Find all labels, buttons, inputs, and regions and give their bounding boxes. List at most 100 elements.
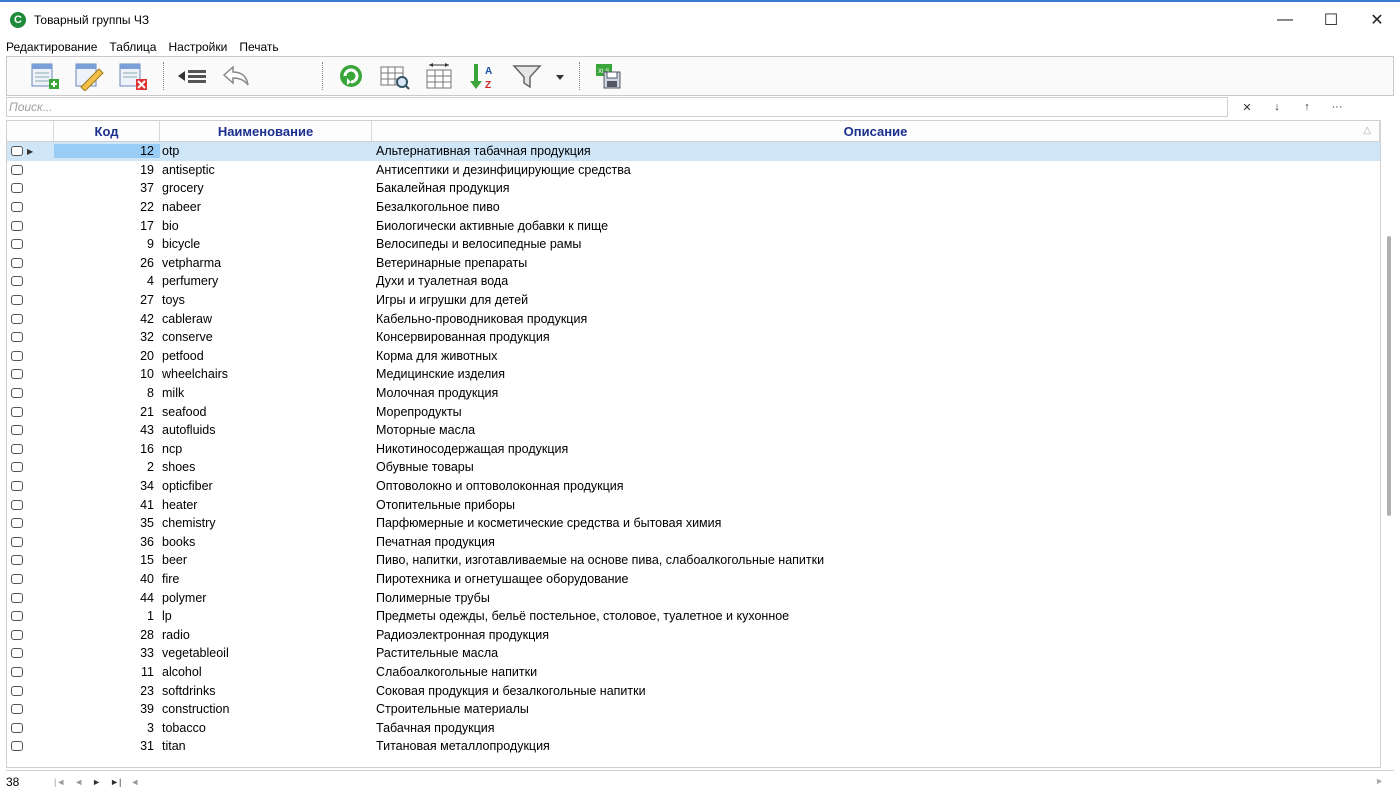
- row-checkbox[interactable]: [11, 611, 23, 622]
- cell-name[interactable]: grocery: [160, 181, 372, 195]
- cell-kod[interactable]: 20: [54, 349, 160, 363]
- refresh-icon[interactable]: [333, 59, 369, 93]
- row-checkbox[interactable]: [11, 425, 23, 436]
- search-next-icon[interactable]: ↓: [1262, 97, 1292, 117]
- row-selector[interactable]: [7, 350, 54, 361]
- cell-kod[interactable]: 37: [54, 181, 160, 195]
- row-selector[interactable]: [7, 648, 54, 659]
- cell-kod[interactable]: 1: [54, 609, 160, 623]
- cell-desc[interactable]: Медицинские изделия: [372, 367, 1380, 381]
- row-checkbox[interactable]: [11, 722, 23, 733]
- vertical-scrollbar[interactable]: [1383, 96, 1395, 776]
- cell-name[interactable]: conserve: [160, 330, 372, 344]
- cell-desc[interactable]: Титановая металлопродукция: [372, 739, 1380, 753]
- cell-kod[interactable]: 31: [54, 739, 160, 753]
- delete-record-icon[interactable]: [115, 59, 151, 93]
- nav-first-icon[interactable]: |◄: [54, 777, 65, 787]
- cell-kod[interactable]: 23: [54, 684, 160, 698]
- table-row[interactable]: 21 seafood Морепродукты: [7, 402, 1380, 421]
- cell-desc[interactable]: Оптоволокно и оптоволоконная продукция: [372, 479, 1380, 493]
- cell-name[interactable]: vetpharma: [160, 256, 372, 270]
- cell-name[interactable]: books: [160, 535, 372, 549]
- row-selector[interactable]: [7, 555, 54, 566]
- table-row[interactable]: 44 polymer Полимерные трубы: [7, 588, 1380, 607]
- table-row[interactable]: 41 heater Отопительные приборы: [7, 495, 1380, 514]
- undo-icon[interactable]: [218, 59, 254, 93]
- cell-kod[interactable]: 36: [54, 535, 160, 549]
- cell-desc[interactable]: Пиво, напитки, изготавливаемые на основе…: [372, 553, 1380, 567]
- table-row[interactable]: 32 conserve Консервированная продукция: [7, 328, 1380, 347]
- cell-desc[interactable]: Радиоэлектронная продукция: [372, 628, 1380, 642]
- row-selector[interactable]: [7, 183, 54, 194]
- cell-kod[interactable]: 32: [54, 330, 160, 344]
- row-checkbox[interactable]: [11, 704, 23, 715]
- row-selector[interactable]: [7, 406, 54, 417]
- cell-desc[interactable]: Ветеринарные препараты: [372, 256, 1380, 270]
- table-row[interactable]: 17 bio Биологически активные добавки к пищ…: [7, 216, 1380, 235]
- nav-prev-icon[interactable]: ◄: [74, 777, 83, 787]
- row-checkbox[interactable]: [11, 350, 23, 361]
- cell-kod[interactable]: 41: [54, 498, 160, 512]
- cell-name[interactable]: heater: [160, 498, 372, 512]
- cell-name[interactable]: antiseptic: [160, 163, 372, 177]
- cell-name[interactable]: fire: [160, 572, 372, 586]
- cell-kod[interactable]: 2: [54, 460, 160, 474]
- row-selector[interactable]: [7, 257, 54, 268]
- cell-desc[interactable]: Пиротехника и огнетушащее оборудование: [372, 572, 1380, 586]
- table-row[interactable]: 1 lp Предметы одежды, бельё постельное, ст…: [7, 607, 1380, 626]
- menu-print[interactable]: Печать: [239, 40, 278, 54]
- row-selector[interactable]: [7, 202, 54, 213]
- row-checkbox[interactable]: [11, 592, 23, 603]
- cell-kod[interactable]: 44: [54, 591, 160, 605]
- cell-desc[interactable]: Антисептики и дезинфицирующие средства: [372, 163, 1380, 177]
- cell-desc[interactable]: Бакалейная продукция: [372, 181, 1380, 195]
- table-row[interactable]: 20 petfood Корма для животных: [7, 347, 1380, 366]
- cell-desc[interactable]: Никотиносодержащая продукция: [372, 442, 1380, 456]
- cell-desc[interactable]: Корма для животных: [372, 349, 1380, 363]
- cell-kod[interactable]: 28: [54, 628, 160, 642]
- row-checkbox[interactable]: [11, 257, 23, 268]
- cell-desc[interactable]: Велосипеды и велосипедные рамы: [372, 237, 1380, 251]
- cell-name[interactable]: wheelchairs: [160, 367, 372, 381]
- row-checkbox[interactable]: [11, 276, 23, 287]
- cell-name[interactable]: petfood: [160, 349, 372, 363]
- row-selector[interactable]: [7, 592, 54, 603]
- cell-desc[interactable]: Растительные масла: [372, 646, 1380, 660]
- table-row[interactable]: 34 opticfiber Оптоволокно и оптоволоконная…: [7, 477, 1380, 496]
- insert-row-icon[interactable]: [174, 59, 210, 93]
- row-checkbox[interactable]: [11, 295, 23, 306]
- row-checkbox[interactable]: [11, 388, 23, 399]
- row-selector[interactable]: [7, 611, 54, 622]
- table-row[interactable]: 11 alcohol Слабоалкогольные напитки: [7, 663, 1380, 682]
- table-row[interactable]: 8 milk Молочная продукция: [7, 384, 1380, 403]
- cell-desc[interactable]: Кабельно-проводниковая продукция: [372, 312, 1380, 326]
- row-checkbox[interactable]: [11, 480, 23, 491]
- row-checkbox[interactable]: [11, 518, 23, 529]
- row-checkbox[interactable]: [11, 146, 23, 157]
- row-selector[interactable]: [7, 462, 54, 473]
- cell-name[interactable]: titan: [160, 739, 372, 753]
- row-selector[interactable]: [7, 239, 54, 250]
- row-selector[interactable]: [7, 741, 54, 752]
- row-selector[interactable]: [7, 629, 54, 640]
- row-selector[interactable]: [7, 666, 54, 677]
- row-checkbox[interactable]: [11, 462, 23, 473]
- row-checkbox[interactable]: [11, 648, 23, 659]
- cell-name[interactable]: opticfiber: [160, 479, 372, 493]
- cell-kod[interactable]: 34: [54, 479, 160, 493]
- row-checkbox[interactable]: [11, 332, 23, 343]
- row-selector[interactable]: [7, 332, 54, 343]
- cell-name[interactable]: seafood: [160, 405, 372, 419]
- cell-name[interactable]: otp: [160, 144, 372, 158]
- cell-name[interactable]: perfumery: [160, 274, 372, 288]
- row-checkbox[interactable]: [11, 685, 23, 696]
- row-selector[interactable]: [7, 295, 54, 306]
- row-checkbox[interactable]: [11, 313, 23, 324]
- table-row[interactable]: 31 titan Титановая металлопродукция: [7, 737, 1380, 756]
- cell-desc[interactable]: Молочная продукция: [372, 386, 1380, 400]
- row-selector[interactable]: [7, 685, 54, 696]
- row-checkbox[interactable]: [11, 406, 23, 417]
- row-checkbox[interactable]: [11, 220, 23, 231]
- table-row[interactable]: ▶ 12 otp Альтернативная табачная продукция: [7, 142, 1380, 161]
- cell-desc[interactable]: Печатная продукция: [372, 535, 1380, 549]
